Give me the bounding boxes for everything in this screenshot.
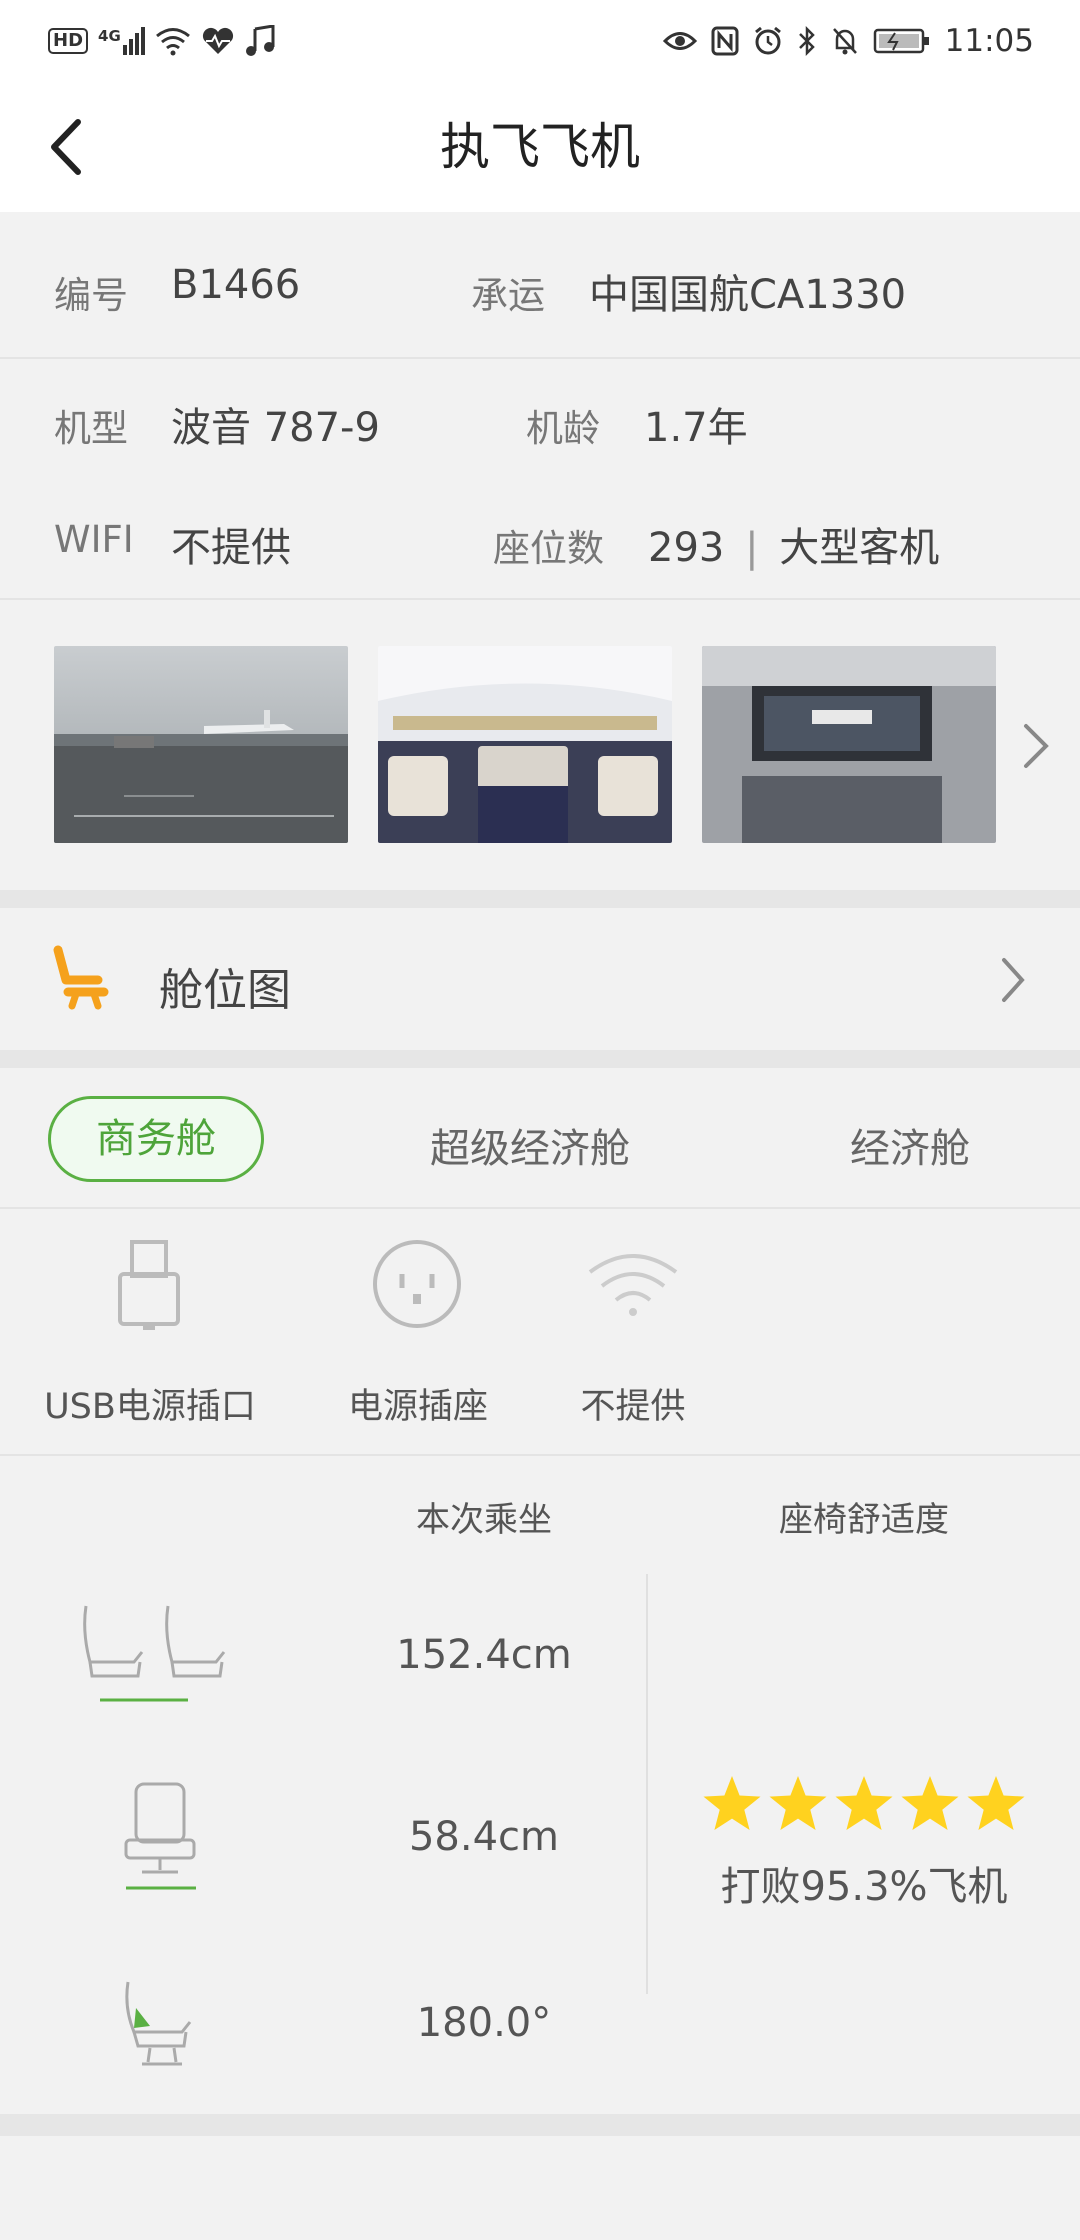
divider bbox=[0, 598, 1080, 600]
age-label: 机龄 bbox=[526, 407, 600, 450]
hd-badge: HD bbox=[48, 28, 89, 54]
seat-map-label: 舱位图 bbox=[159, 965, 291, 1016]
status-left: HD 4G bbox=[48, 20, 275, 62]
seats-value: 293 | 大型客机 bbox=[648, 515, 939, 573]
wifi-icon bbox=[588, 1254, 678, 1316]
power-socket-icon bbox=[373, 1240, 461, 1328]
col-rating-header: 座椅舒适度 bbox=[779, 1500, 949, 1540]
divider bbox=[0, 357, 1080, 359]
model-label: 机型 bbox=[54, 407, 128, 450]
reg-label: 编号 bbox=[54, 274, 128, 317]
wifi-status-icon bbox=[155, 28, 190, 56]
clock-text: 11:05 bbox=[944, 23, 1034, 59]
nfc-icon bbox=[711, 26, 739, 56]
carrier-label: 承运 bbox=[471, 274, 545, 317]
star-icon bbox=[835, 1776, 893, 1830]
chevron-right-icon bbox=[1002, 958, 1025, 1002]
photo-cabin[interactable] bbox=[378, 646, 672, 843]
comfort-beat-text: 打败95.3%飞机 bbox=[720, 1864, 1008, 1910]
eye-icon bbox=[662, 32, 697, 50]
col-current-header: 本次乘坐 bbox=[416, 1500, 552, 1540]
seats-label: 座位数 bbox=[493, 527, 604, 570]
reg-value: B1466 bbox=[171, 262, 301, 308]
mute-icon bbox=[832, 28, 857, 55]
model-value: 波音 787-9 bbox=[171, 405, 380, 451]
music-icon bbox=[245, 25, 275, 56]
network-type: 4G bbox=[98, 27, 121, 45]
signal-icon: 4G bbox=[98, 27, 145, 55]
usb-icon bbox=[118, 1240, 180, 1330]
photos-next-icon[interactable] bbox=[1018, 718, 1054, 774]
alarm-icon bbox=[754, 26, 781, 55]
star-icon bbox=[967, 1776, 1025, 1830]
status-bar: HD 4G 11:05 bbox=[0, 0, 1080, 82]
age-value: 1.7年 bbox=[644, 405, 748, 451]
seat-pitch-icon bbox=[83, 1605, 226, 1702]
seat-width-icon bbox=[124, 1782, 196, 1890]
seat-recline-value: 180.0° bbox=[416, 2000, 552, 2046]
seat-map-row[interactable]: 舱位图 bbox=[0, 908, 1080, 1050]
wifi-label: WIFI bbox=[54, 518, 134, 561]
amenity-socket-label: 电源插座 bbox=[347, 1387, 488, 1427]
tab-economy[interactable]: 经济舱 bbox=[850, 1116, 970, 1174]
photo-entertainment[interactable] bbox=[702, 646, 996, 843]
section-gap bbox=[0, 1050, 1080, 1068]
seat-count: 293 bbox=[648, 525, 725, 571]
star-icon bbox=[703, 1776, 761, 1830]
tab-premium-economy[interactable]: 超级经济舱 bbox=[430, 1116, 630, 1174]
photo-exterior[interactable] bbox=[54, 646, 348, 843]
bluetooth-icon bbox=[798, 25, 815, 57]
back-arrow-icon[interactable] bbox=[40, 114, 100, 180]
seat-icon bbox=[53, 945, 109, 1010]
column-divider bbox=[646, 1574, 648, 1994]
status-right: 11:05 bbox=[662, 20, 1034, 62]
seat-recline-icon bbox=[125, 1981, 192, 2066]
nav-bar: 执飞飞机 bbox=[0, 82, 1080, 212]
page-title: 执飞飞机 bbox=[440, 118, 640, 176]
seat-pitch-value: 152.4cm bbox=[396, 1632, 572, 1678]
tab-business[interactable]: 商务舱 bbox=[48, 1096, 264, 1182]
star-icon bbox=[901, 1776, 959, 1830]
section-gap bbox=[0, 890, 1080, 908]
seat-divider: | bbox=[745, 525, 759, 571]
divider bbox=[0, 1207, 1080, 1209]
amenity-wifi-label: 不提供 bbox=[580, 1387, 686, 1427]
section-gap bbox=[0, 2114, 1080, 2136]
aircraft-info: 编号 B1466 承运 中国国航CA1330 机型 波音 787-9 机龄 1.… bbox=[0, 212, 1080, 602]
aircraft-size: 大型客机 bbox=[779, 525, 940, 571]
seat-width-value: 58.4cm bbox=[408, 1814, 560, 1860]
heart-rate-icon bbox=[202, 27, 233, 54]
star-icon bbox=[769, 1776, 827, 1830]
amenity-usb-label: USB电源插口 bbox=[44, 1387, 256, 1427]
battery-icon bbox=[873, 28, 929, 54]
wifi-value: 不提供 bbox=[171, 525, 291, 571]
carrier-value: 中国国航CA1330 bbox=[589, 272, 907, 318]
comfort-stars bbox=[702, 1774, 1026, 1832]
divider bbox=[0, 1454, 1080, 1456]
